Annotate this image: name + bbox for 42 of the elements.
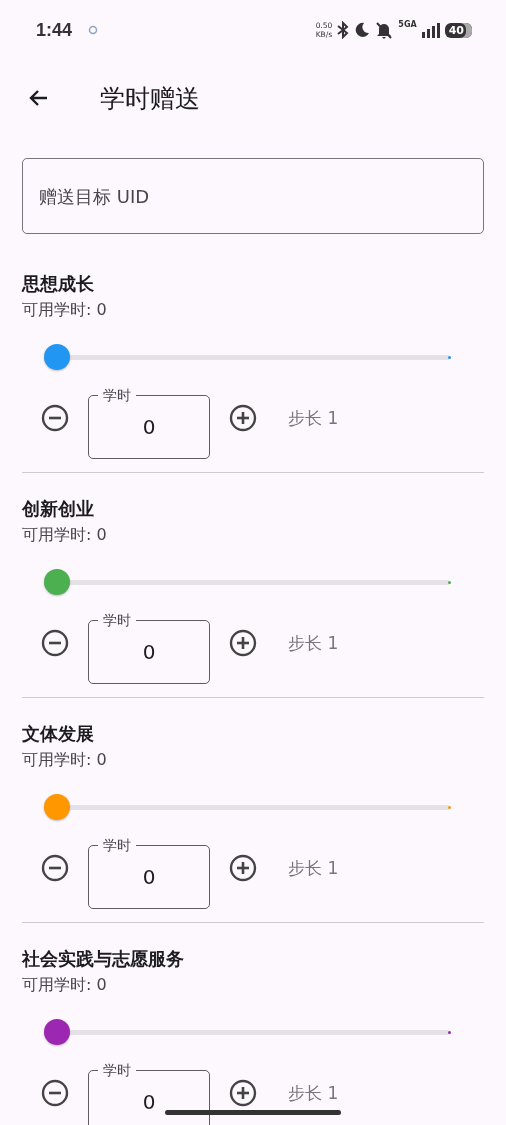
step-label: 步长 1 [288, 856, 339, 880]
muted-bell-icon [374, 21, 395, 39]
available-hours: 可用学时: 0 [22, 750, 108, 770]
step-label: 步长 1 [288, 1081, 339, 1105]
moon-icon [354, 22, 371, 38]
slider-thumb[interactable] [44, 794, 70, 820]
slider[interactable] [44, 569, 452, 595]
plus-button[interactable] [227, 402, 259, 434]
battery-indicator: 40 [444, 22, 472, 38]
plus-button[interactable] [227, 1077, 259, 1109]
sync-icon [88, 25, 99, 35]
network-type: 5GA [398, 20, 417, 29]
bluetooth-icon [336, 21, 351, 39]
slider[interactable] [44, 1019, 452, 1045]
field-label: 学时 [98, 1061, 136, 1079]
category-title: 创新创业 [22, 497, 95, 521]
category-title: 思想成长 [22, 272, 95, 296]
category-title: 社会实践与志愿服务 [22, 947, 185, 971]
minus-button[interactable] [39, 627, 71, 659]
slider[interactable] [44, 344, 452, 370]
minus-button[interactable] [39, 1077, 71, 1109]
field-label: 学时 [98, 611, 136, 629]
signal-icon [420, 22, 441, 38]
slider[interactable] [44, 794, 452, 820]
step-label: 步长 1 [288, 631, 339, 655]
category-title: 文体发展 [22, 722, 95, 746]
plus-button[interactable] [227, 852, 259, 884]
available-hours: 可用学时: 0 [22, 975, 108, 995]
field-label: 学时 [98, 386, 136, 404]
available-hours: 可用学时: 0 [22, 525, 108, 545]
page-title: 学时赠送 [100, 82, 200, 115]
available-hours: 可用学时: 0 [22, 300, 108, 320]
uid-input-field[interactable]: 赠送目标 UID [22, 158, 484, 234]
slider-thumb[interactable] [44, 569, 70, 595]
minus-button[interactable] [39, 402, 71, 434]
slider-thumb[interactable] [44, 344, 70, 370]
field-label: 学时 [98, 836, 136, 854]
minus-button[interactable] [39, 852, 71, 884]
status-time: 1:44 [36, 19, 73, 41]
step-label: 步长 1 [288, 406, 339, 430]
plus-button[interactable] [227, 627, 259, 659]
slider-thumb[interactable] [44, 1019, 70, 1045]
